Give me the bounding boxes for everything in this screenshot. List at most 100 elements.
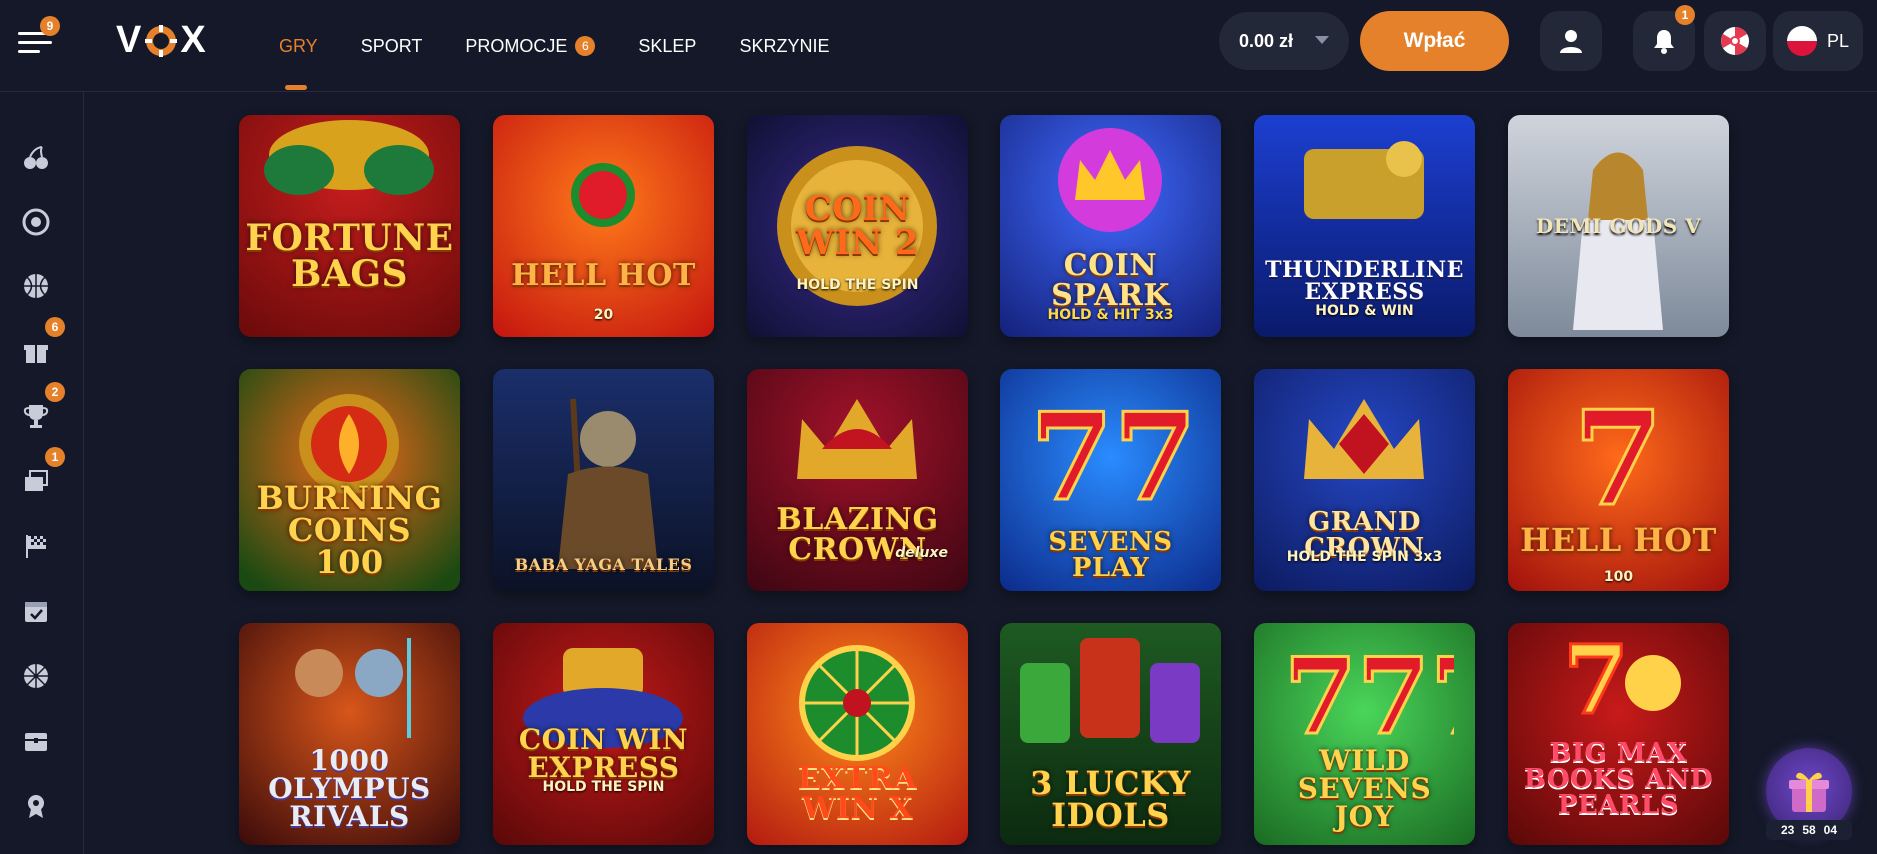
basketball-icon (24, 274, 48, 298)
sidebar-item-vip[interactable] (20, 790, 52, 822)
poland-flag-icon (1786, 26, 1817, 56)
timer-minutes: 58 (1802, 823, 1816, 837)
vox-logo[interactable]: V X (116, 19, 207, 61)
lottery-badge: 1 (45, 447, 65, 467)
game-subtitle: HOLD THE SPIN (542, 779, 665, 795)
game-tile-coin-win-2[interactable]: COIN WIN 2 HOLD THE SPIN (747, 115, 968, 337)
menu-badge: 9 (40, 16, 60, 36)
promotions-badge: 6 (45, 317, 65, 337)
logo-chip-icon (145, 24, 178, 57)
notifications-badge: 1 (1675, 5, 1695, 25)
main-nav: GRY SPORT PROMOCJE 6 SKLEP SKRZYNIE (279, 28, 872, 90)
sidebar-item-tournaments[interactable]: 2 (20, 382, 65, 432)
game-tile-blazing-crown[interactable]: BLAZING CROWN deluxe (747, 369, 968, 591)
nav-label: GRY (279, 35, 318, 56)
crown-icon (1058, 128, 1162, 232)
language-selector[interactable]: PL (1773, 11, 1863, 71)
sidebar-item-calendar[interactable] (20, 595, 52, 627)
game-tile-hell-hot-100[interactable]: 7 HELL HOT 100 (1508, 369, 1729, 591)
game-tile-hell-hot-20[interactable]: HELL HOT 20 (493, 115, 714, 337)
game-subtitle: HOLD & HIT 3x3 (1047, 307, 1174, 323)
game-tile-burning-coins-100[interactable]: BURNING COINS 100 (239, 369, 460, 591)
crown-icon (1304, 399, 1424, 479)
game-tile-thunderline-express[interactable]: THUNDERLINE EXPRESS HOLD & WIN (1254, 115, 1475, 337)
treasure-chest-icon (25, 733, 47, 751)
nav-label: SKLEP (638, 35, 697, 56)
menu-bar (18, 50, 40, 53)
sidebar-item-racing[interactable] (20, 530, 52, 562)
game-title: BABA YAGA TALES (514, 555, 693, 574)
game-title: EXTRA WIN X (797, 761, 918, 826)
train-icon (1304, 141, 1424, 219)
svg-text:77: 77 (1030, 389, 1197, 509)
game-tile-3-lucky-idols[interactable]: 3 LUCKY IDOLS (1000, 623, 1221, 845)
prize-wheel-icon (799, 645, 915, 761)
sidebar-item-sport[interactable] (20, 270, 52, 302)
chevron-down-icon (1315, 36, 1329, 44)
game-title: THUNDERLINE EXPRESS (1265, 257, 1464, 305)
game-subtitle: 100 (1603, 569, 1634, 585)
gods-figures-icon (295, 638, 411, 738)
game-tile-extra-win-x[interactable]: EXTRA WIN X (747, 623, 968, 845)
notifications-button[interactable]: 1 (1633, 5, 1695, 71)
balance-dropdown[interactable]: 0.00 zł (1219, 12, 1349, 70)
game-subtitle: HOLD THE SPIN (796, 277, 919, 293)
sidebar-item-live-casino[interactable] (20, 206, 52, 238)
promocje-badge: 6 (575, 36, 596, 56)
logo-letter-v: V (116, 18, 143, 61)
game-tile-sevens-play[interactable]: 77 SEVENS PLAY (1000, 369, 1221, 591)
nav-promocje[interactable]: PROMOCJE 6 (465, 28, 596, 64)
live-casino-chip-icon (22, 208, 50, 236)
nav-sklep[interactable]: SKLEP (638, 28, 696, 64)
game-title: COIN SPARK (1051, 248, 1170, 313)
sidebar-item-chests[interactable] (20, 725, 52, 757)
svg-text:777: 777 (1284, 634, 1454, 743)
game-tile-wild-sevens-joy[interactable]: 777 WILD SEVENS JOY (1254, 623, 1475, 845)
game-title: 1000 OLYMPUS RIVALS (268, 744, 431, 833)
game-title: COIN WIN EXPRESS (518, 723, 689, 784)
game-title: 3 LUCKY IDOLS (1030, 764, 1191, 834)
sidebar-item-lottery[interactable]: 1 (20, 447, 65, 497)
wheel-bonus-button[interactable] (1704, 11, 1766, 71)
game-tile-baba-yaga-tales[interactable]: BABA YAGA TALES (493, 369, 714, 591)
game-title: HELL HOT (1520, 521, 1717, 559)
game-subtitle: HOLD & WIN (1315, 303, 1414, 319)
deposit-button[interactable]: Wpłać (1360, 11, 1509, 71)
game-tile-demi-gods-v[interactable]: DEMI GODS V (1508, 115, 1729, 337)
watermelon-icon (571, 163, 635, 227)
nav-skrzynie[interactable]: SKRZYNIE (739, 28, 829, 64)
game-title: BURNING COINS 100 (256, 479, 443, 581)
sidebar-item-slots[interactable] (20, 142, 52, 174)
svg-text:7: 7 (1573, 384, 1663, 514)
language-label: PL (1826, 30, 1850, 51)
game-tile-big-max-books-and-pearls[interactable]: 7 BIG MAX BOOKS AND PEARLS (1508, 623, 1729, 845)
nav-gry[interactable]: GRY (279, 28, 318, 90)
bell-icon (1654, 30, 1674, 54)
nav-sport[interactable]: SPORT (361, 28, 423, 64)
witch-figure-icon (558, 398, 658, 569)
game-tile-coin-spark[interactable]: COIN SPARK HOLD & HIT 3x3 (1000, 115, 1221, 337)
sidebar: 6 2 1 (0, 92, 84, 854)
sidebar-item-promotions[interactable]: 6 (20, 317, 65, 367)
menu-button[interactable]: 9 (16, 16, 60, 60)
gift-countdown: 23 58 04 (1766, 820, 1852, 840)
tournaments-badge: 2 (45, 382, 65, 402)
game-tile-grand-crown[interactable]: GRAND CROWN HOLD THE SPIN 3x3 (1254, 369, 1475, 591)
game-title: COIN WIN 2 (795, 189, 920, 263)
game-tile-1000-olympus-rivals[interactable]: 1000 OLYMPUS RIVALS (239, 623, 460, 845)
game-tile-fortune-bags[interactable]: FORTUNE BAGS (239, 115, 460, 337)
profile-button[interactable] (1540, 11, 1602, 71)
user-icon (1560, 30, 1582, 53)
timer-seconds: 04 (1823, 823, 1838, 837)
trophy-icon (23, 405, 49, 428)
balance-value: 0.00 zł (1239, 30, 1294, 51)
sidebar-item-wheel[interactable] (20, 660, 52, 692)
lucky-sevens-icon: 77 (1029, 389, 1199, 509)
cherries-icon (24, 146, 48, 169)
nav-label: SKRZYNIE (739, 35, 830, 56)
top-bar: 9 V X GRY SPORT PROMOCJE 6 SKLEP SKRZYNIE… (0, 0, 1877, 92)
tickets-icon (25, 470, 48, 491)
game-tile-coin-win-express[interactable]: COIN WIN EXPRESS HOLD THE SPIN (493, 623, 714, 845)
game-title: HELL HOT (511, 258, 696, 293)
gift-box-icon (1789, 772, 1829, 812)
